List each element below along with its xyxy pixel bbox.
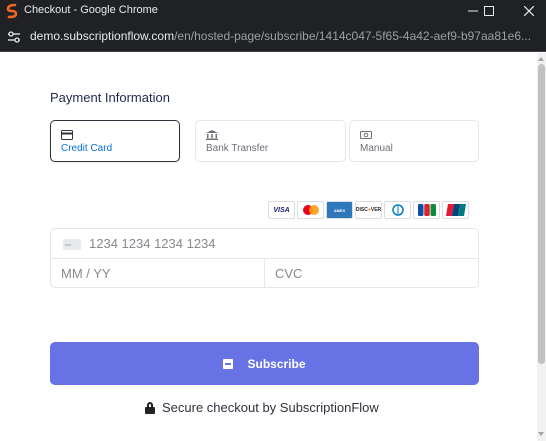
close-button[interactable] <box>514 0 544 22</box>
scroll-down-arrow-icon[interactable] <box>538 432 544 436</box>
amex-logo-icon: AMEX <box>326 201 353 219</box>
secure-checkout-note: Secure checkout by SubscriptionFlow <box>145 400 379 415</box>
bank-icon <box>206 130 218 140</box>
tab-manual[interactable]: Manual <box>349 120 479 162</box>
url-path: /en/hosted-page/subscribe/1414c047-5f65-… <box>174 29 530 43</box>
url-host: demo.subscriptionflow.com <box>30 29 175 43</box>
cvc-input[interactable] <box>275 266 465 281</box>
field-divider <box>264 259 265 288</box>
scrollbar-thumb[interactable] <box>538 64 545 364</box>
discover-logo-icon: DISC ● VER <box>355 201 382 219</box>
tab-bank-transfer-label: Bank Transfer <box>206 143 269 154</box>
tab-credit-card-label: Credit Card <box>61 143 113 154</box>
jcb-logo-icon <box>413 201 440 219</box>
card-number-input[interactable] <box>89 236 459 251</box>
subscriptionflow-logo-icon <box>6 3 18 19</box>
expiry-cvc-row <box>51 259 478 288</box>
cash-icon <box>360 131 372 139</box>
unionpay-logo-icon <box>442 201 469 219</box>
diners-club-logo-icon <box>384 201 411 219</box>
subscribe-label: Subscribe <box>247 356 306 371</box>
window-title: Checkout - Google Chrome <box>24 4 158 16</box>
tab-credit-card[interactable]: Credit Card <box>50 120 180 162</box>
payment-information-heading: Payment Information <box>50 90 170 105</box>
url-text[interactable]: demo.subscriptionflow.com/en/hosted-page… <box>30 29 530 43</box>
card-number-row <box>51 229 478 259</box>
maximize-button[interactable] <box>474 0 504 22</box>
card-placeholder-icon <box>63 239 81 250</box>
card-details-fields <box>50 228 479 288</box>
window-title-bar: Checkout - Google Chrome <box>0 0 546 22</box>
tab-bank-transfer[interactable]: Bank Transfer <box>195 120 346 162</box>
maximize-icon <box>484 6 494 16</box>
credit-card-icon <box>61 130 73 140</box>
lock-icon <box>145 401 155 414</box>
subscribe-button[interactable]: Subscribe <box>50 342 479 385</box>
accepted-cards-row: VISA AMEX DISC ● VER <box>268 201 469 219</box>
scroll-up-arrow-icon[interactable] <box>538 57 544 61</box>
visa-logo-icon: VISA <box>268 201 295 219</box>
mastercard-logo-icon <box>297 201 324 219</box>
expiry-input[interactable] <box>61 266 251 281</box>
tab-manual-label: Manual <box>360 143 393 154</box>
subscribe-icon <box>223 358 234 369</box>
close-icon <box>524 6 534 16</box>
site-info-icon[interactable] <box>7 30 21 44</box>
secure-checkout-text: Secure checkout by SubscriptionFlow <box>162 400 379 415</box>
address-bar[interactable]: demo.subscriptionflow.com/en/hosted-page… <box>0 22 546 52</box>
